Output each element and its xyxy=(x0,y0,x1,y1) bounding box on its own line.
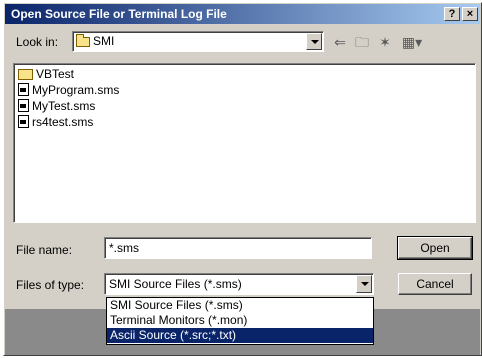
list-item[interactable]: MyTest.sms xyxy=(18,98,95,114)
list-item[interactable]: MyProgram.sms xyxy=(18,82,119,98)
document-icon xyxy=(18,83,29,97)
folder-icon xyxy=(18,69,33,81)
list-item[interactable]: rs4test.sms xyxy=(18,114,93,130)
files-of-type-value: SMI Source Files (*.sms) xyxy=(109,277,242,291)
files-of-type-label: Files of type: xyxy=(16,278,85,292)
look-in-value: SMI xyxy=(93,34,115,48)
file-name-label: File name: xyxy=(16,243,73,257)
dropdown-option-selected[interactable]: Ascii Source (*.src;*.txt) xyxy=(107,328,373,343)
file-name: rs4test.sms xyxy=(32,115,94,129)
files-of-type-select[interactable]: SMI Source Files (*.sms) xyxy=(104,273,374,295)
look-in-combo[interactable]: SMI xyxy=(72,31,324,52)
look-in-dropdown-button[interactable] xyxy=(306,33,322,50)
open-file-dialog: Open Source File or Terminal Log File ? … xyxy=(3,2,482,356)
dropdown-option[interactable]: SMI Source Files (*.sms) xyxy=(107,298,373,313)
dropdown-option[interactable]: Terminal Monitors (*.mon) xyxy=(107,313,373,328)
list-item[interactable]: VBTest xyxy=(18,66,74,82)
open-button[interactable]: Open xyxy=(397,236,473,260)
file-name-input[interactable]: *.sms xyxy=(104,237,372,259)
title-bar[interactable]: Open Source File or Terminal Log File ? … xyxy=(5,4,480,24)
cancel-button[interactable]: Cancel xyxy=(398,273,472,295)
close-button[interactable]: × xyxy=(462,7,478,21)
back-arrow-icon[interactable]: ⇐ xyxy=(331,33,349,51)
file-list[interactable]: VBTest MyProgram.sms MyTest.sms rs4test.… xyxy=(13,63,476,223)
new-folder-icon[interactable]: ✶ xyxy=(376,33,394,51)
file-name: MyProgram.sms xyxy=(32,83,120,97)
up-folder-icon[interactable]: 🗀 xyxy=(353,33,371,51)
file-name: VBTest xyxy=(36,67,75,81)
files-of-type-dropdown-list[interactable]: SMI Source Files (*.sms) Terminal Monito… xyxy=(106,297,374,345)
folder-icon xyxy=(76,33,90,47)
file-name: MyTest.sms xyxy=(32,99,96,113)
document-icon xyxy=(18,99,29,113)
document-icon xyxy=(18,115,29,129)
files-of-type-dropdown-button[interactable] xyxy=(356,275,372,293)
view-menu-icon[interactable]: ▦▾ xyxy=(399,33,425,51)
look-in-label: Look in: xyxy=(16,35,59,49)
dialog-title: Open Source File or Terminal Log File xyxy=(11,7,227,21)
help-button[interactable]: ? xyxy=(444,7,460,21)
